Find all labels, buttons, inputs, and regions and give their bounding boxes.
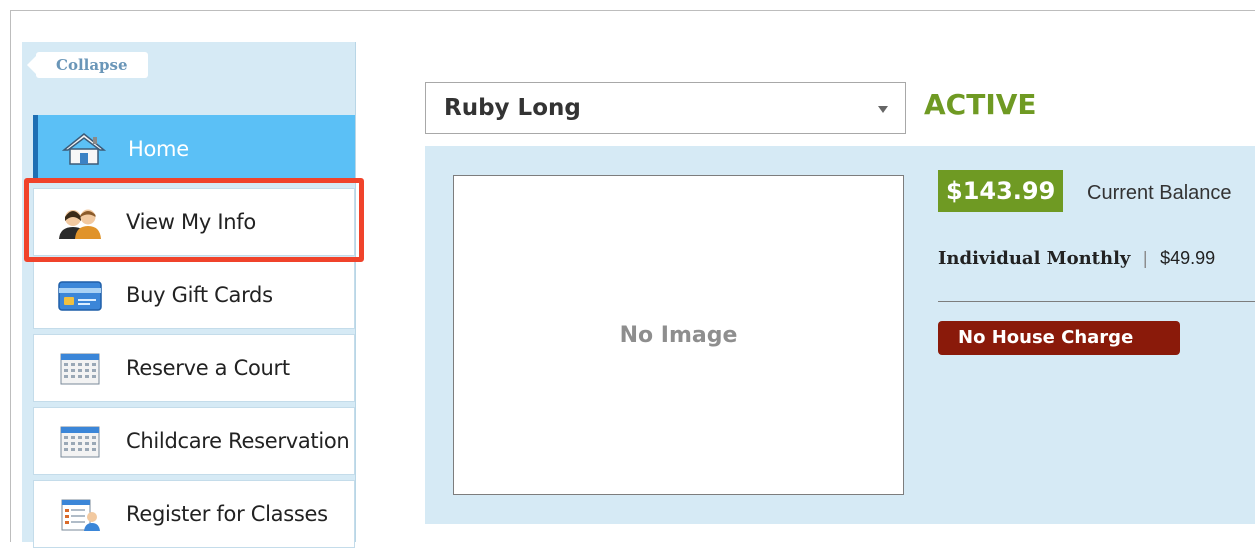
sidebar-item-buy-gift-cards[interactable]: Buy Gift Cards — [33, 261, 355, 329]
collapse-button[interactable]: Collapse — [27, 52, 148, 78]
sidebar-item-label: Reserve a Court — [126, 356, 290, 380]
sidebar-item-register-for-classes[interactable]: Register for Classes — [33, 480, 355, 548]
no-image-text: No Image — [619, 322, 738, 348]
divider — [938, 301, 1255, 302]
calendar-icon — [60, 426, 100, 458]
plan-price: $49.99 — [1160, 248, 1216, 268]
sidebar-item-view-my-info[interactable]: View My Info — [33, 188, 355, 256]
sidebar-item-label: Home — [128, 137, 189, 161]
sidebar-item-label: Buy Gift Cards — [126, 283, 273, 307]
sidebar-item-home[interactable]: Home — [33, 115, 355, 183]
register-icon — [61, 499, 100, 531]
sidebar-item-reserve-a-court[interactable]: Reserve a Court — [33, 334, 355, 402]
collapse-label: Collapse — [56, 56, 128, 74]
membership-plan-row: Individual Monthly | $49.99 — [938, 248, 1215, 269]
member-photo: No Image — [453, 175, 904, 495]
calendar-icon — [60, 353, 100, 385]
gift-card-icon — [58, 281, 102, 311]
plan-separator: | — [1142, 249, 1149, 269]
plan-name: Individual Monthly — [938, 248, 1131, 269]
home-icon — [61, 133, 107, 165]
users-icon — [59, 209, 101, 239]
member-select-value: Ruby Long — [444, 95, 581, 121]
member-select[interactable]: Ruby Long — [425, 82, 906, 134]
member-status: ACTIVE — [924, 88, 1037, 121]
balance-label: Current Balance — [1087, 182, 1232, 204]
balance-badge: $143.99 — [938, 170, 1064, 212]
sidebar-item-label: Register for Classes — [126, 502, 328, 526]
sidebar-item-label: Childcare Reservation — [126, 429, 350, 453]
sidebar-item-label: View My Info — [126, 210, 256, 234]
chevron-down-icon — [878, 106, 888, 113]
house-charge-badge: No House Charge — [938, 321, 1180, 355]
sidebar-item-childcare-reservation[interactable]: Childcare Reservation — [33, 407, 355, 475]
